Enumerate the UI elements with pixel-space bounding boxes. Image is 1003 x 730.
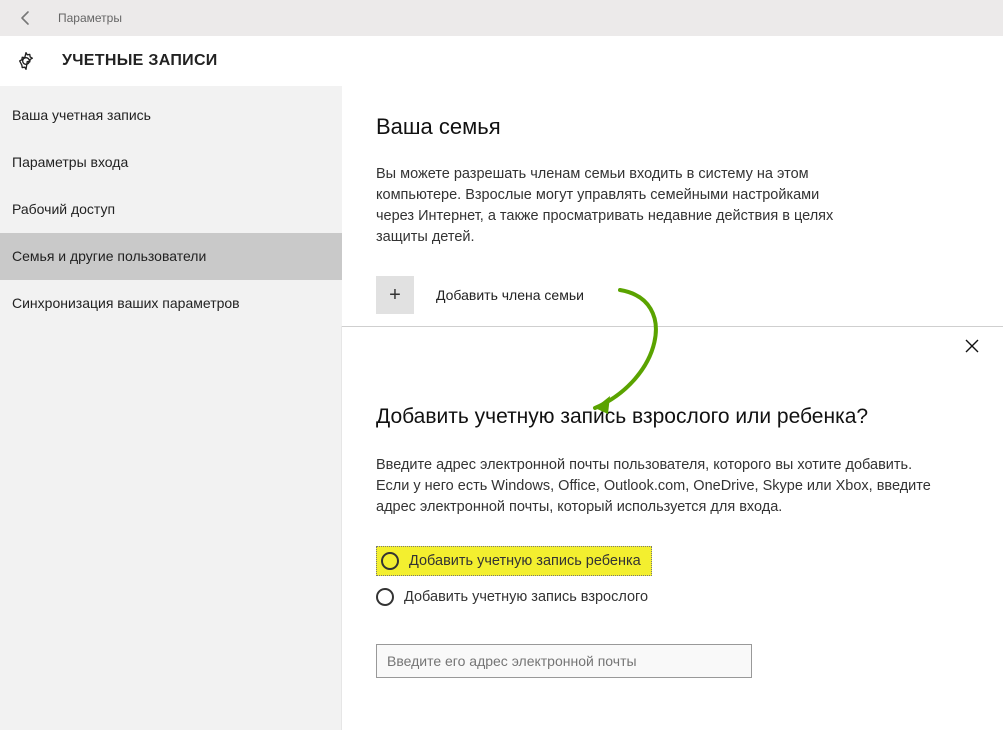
add-family-button[interactable]: + Добавить члена семьи: [376, 276, 969, 314]
email-field[interactable]: [376, 644, 752, 678]
radio-option-adult[interactable]: Добавить учетную запись взрослого: [376, 582, 969, 612]
window-title: Параметры: [58, 11, 122, 25]
plus-icon: +: [376, 276, 414, 314]
settings-gear-icon: [12, 51, 40, 71]
section-heading-your-family: Ваша семья: [376, 114, 969, 140]
titlebar: Параметры: [0, 0, 1003, 36]
radio-icon: [376, 588, 394, 606]
arrow-left-icon: [18, 10, 34, 26]
dialog-heading: Добавить учетную запись взрослого или ре…: [376, 405, 969, 429]
radio-icon: [381, 552, 399, 570]
sidebar: Ваша учетная запись Параметры входа Рабо…: [0, 86, 342, 730]
radio-option-child[interactable]: Добавить учетную запись ребенка: [376, 546, 652, 576]
header: УЧЕТНЫЕ ЗАПИСИ: [0, 36, 1003, 86]
close-button[interactable]: [965, 339, 979, 356]
sidebar-item-work-access[interactable]: Рабочий доступ: [0, 186, 342, 233]
page-title: УЧЕТНЫЕ ЗАПИСИ: [62, 52, 218, 70]
sidebar-item-family-other-users[interactable]: Семья и другие пользователи: [0, 233, 342, 280]
sidebar-item-your-account[interactable]: Ваша учетная запись: [0, 92, 342, 139]
section-description: Вы можете разрешать членам семьи входить…: [376, 164, 836, 248]
add-member-dialog: Добавить учетную запись взрослого или ре…: [342, 326, 1003, 730]
back-button[interactable]: [12, 10, 40, 26]
radio-label-child: Добавить учетную запись ребенка: [409, 553, 641, 569]
dialog-description: Введите адрес электронной почты пользова…: [376, 455, 936, 518]
add-family-label: Добавить члена семьи: [436, 287, 584, 303]
radio-label-adult: Добавить учетную запись взрослого: [404, 589, 648, 605]
close-icon: [965, 339, 979, 353]
sidebar-item-signin-options[interactable]: Параметры входа: [0, 139, 342, 186]
sidebar-item-sync-settings[interactable]: Синхронизация ваших параметров: [0, 280, 342, 327]
